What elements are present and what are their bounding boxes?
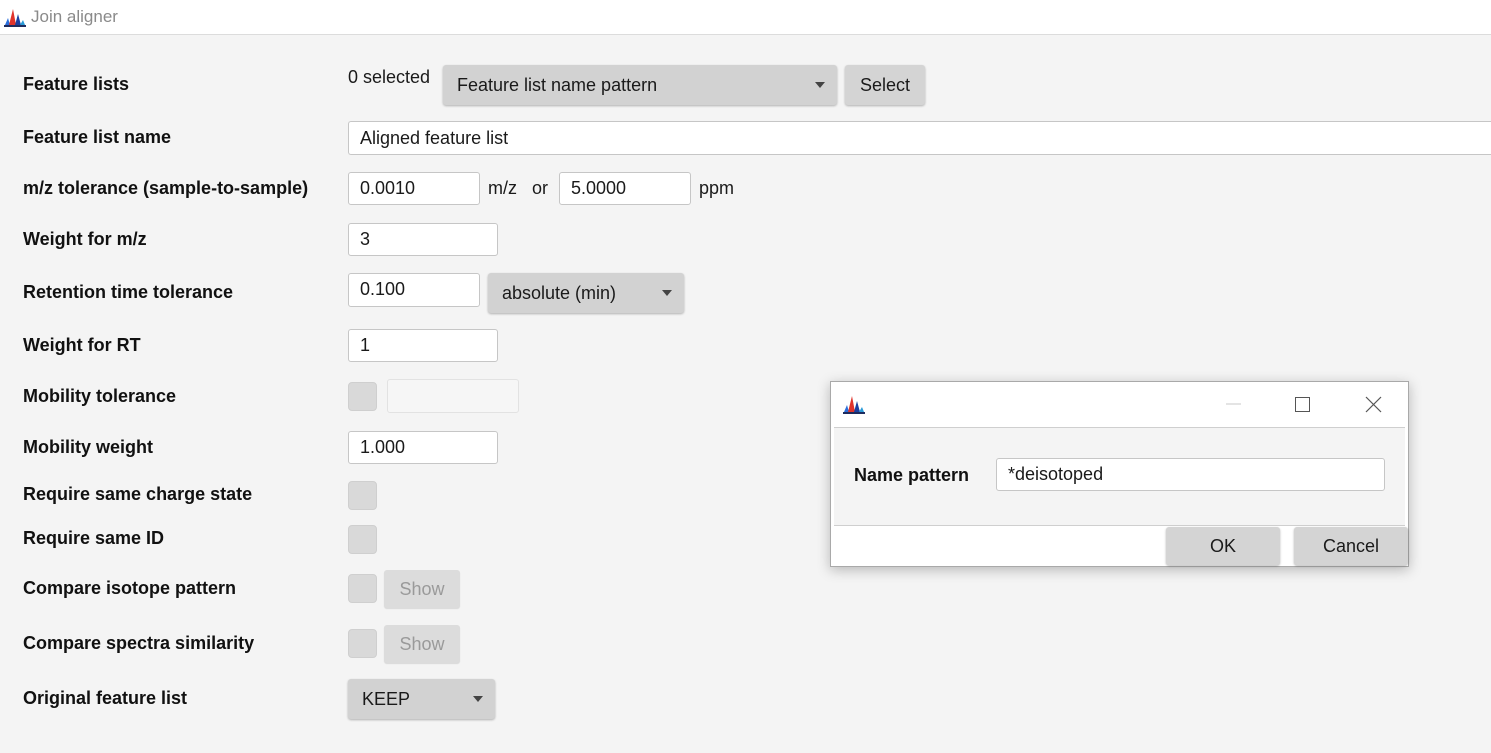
rt-tolerance-unit-value: absolute (min) [502, 283, 617, 303]
or-label: or [532, 178, 549, 198]
cancel-button[interactable]: Cancel [1294, 527, 1408, 565]
mz-tolerance-mz-input[interactable]: 0.0010 [348, 172, 480, 205]
require-charge-checkbox[interactable] [348, 481, 377, 510]
compare-isotope-label: Compare isotope pattern [23, 578, 237, 598]
require-charge-label: Require same charge state [23, 484, 253, 504]
compare-isotope-checkbox[interactable] [348, 574, 377, 603]
chevron-down-icon [473, 696, 483, 702]
close-button[interactable] [1353, 390, 1393, 418]
compare-isotope-show-button[interactable]: Show [384, 570, 460, 608]
mz-tolerance-ppm-input[interactable]: 5.0000 [559, 172, 691, 205]
minimize-icon [1226, 403, 1241, 405]
close-icon [1365, 396, 1382, 413]
chevron-down-icon [815, 82, 825, 88]
app-chart-icon [4, 9, 26, 27]
original-feature-list-label: Original feature list [23, 688, 188, 708]
feature-lists-selector-value: Feature list name pattern [457, 75, 658, 95]
compare-spectra-label: Compare spectra similarity [23, 633, 255, 653]
require-id-label: Require same ID [23, 528, 165, 548]
window-titlebar: Join aligner [0, 0, 1491, 35]
window-title: Join aligner [31, 7, 118, 26]
name-pattern-dialog: Name pattern *deisotoped OK Cancel [830, 381, 1409, 567]
mobility-weight-input[interactable]: 1.000 [348, 431, 498, 464]
feature-list-name-label: Feature list name [23, 127, 172, 147]
dialog-body: Name pattern *deisotoped [834, 427, 1405, 526]
maximize-icon [1295, 397, 1310, 412]
weight-rt-input[interactable]: 1 [348, 329, 498, 362]
name-pattern-label: Name pattern [854, 465, 970, 485]
weight-mz-label: Weight for m/z [23, 229, 147, 249]
mobility-tolerance-label: Mobility tolerance [23, 386, 177, 406]
app-chart-icon [843, 396, 865, 414]
mz-tolerance-label: m/z tolerance (sample-to-sample) [23, 178, 309, 198]
name-pattern-input[interactable]: *deisotoped [996, 458, 1385, 491]
maximize-button[interactable] [1282, 390, 1322, 418]
compare-spectra-checkbox[interactable] [348, 629, 377, 658]
mz-unit-label: m/z [488, 178, 517, 198]
chevron-down-icon [662, 290, 672, 296]
rt-tolerance-unit-dropdown[interactable]: absolute (min) [488, 273, 684, 313]
mobility-weight-label: Mobility weight [23, 437, 153, 457]
compare-spectra-show-button[interactable]: Show [384, 625, 460, 663]
feature-lists-selected-count: 0 selected [348, 67, 431, 87]
ok-button[interactable]: OK [1166, 527, 1280, 565]
original-feature-list-value: KEEP [362, 689, 411, 709]
feature-lists-select-button[interactable]: Select [845, 65, 925, 105]
mobility-tolerance-input[interactable] [387, 379, 519, 413]
weight-mz-input[interactable]: 3 [348, 223, 498, 256]
original-feature-list-dropdown[interactable]: KEEP [348, 679, 495, 719]
require-id-checkbox[interactable] [348, 525, 377, 554]
weight-rt-label: Weight for RT [23, 335, 141, 355]
feature-list-name-input[interactable]: Aligned feature list [348, 121, 1491, 155]
feature-lists-selector-dropdown[interactable]: Feature list name pattern [443, 65, 837, 105]
minimize-button[interactable] [1213, 390, 1253, 418]
rt-tolerance-label: Retention time tolerance [23, 282, 234, 302]
mobility-tolerance-checkbox[interactable] [348, 382, 377, 411]
rt-tolerance-input[interactable]: 0.100 [348, 273, 480, 307]
feature-lists-label: Feature lists [23, 74, 130, 94]
ppm-unit-label: ppm [699, 178, 735, 198]
